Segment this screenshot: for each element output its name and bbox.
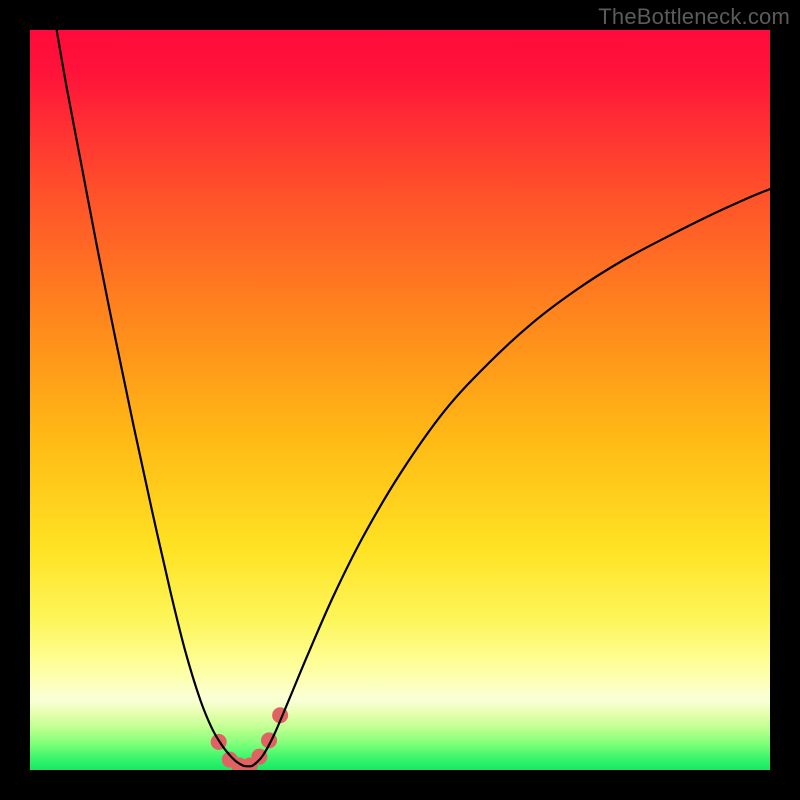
watermark-text: TheBottleneck.com	[598, 4, 790, 30]
curve-right-branch	[256, 189, 770, 763]
curve-left-branch	[57, 30, 241, 764]
valley-markers	[211, 707, 288, 770]
plot-area	[30, 30, 770, 770]
curve-layer	[30, 30, 770, 770]
chart-frame: TheBottleneck.com	[0, 0, 800, 800]
